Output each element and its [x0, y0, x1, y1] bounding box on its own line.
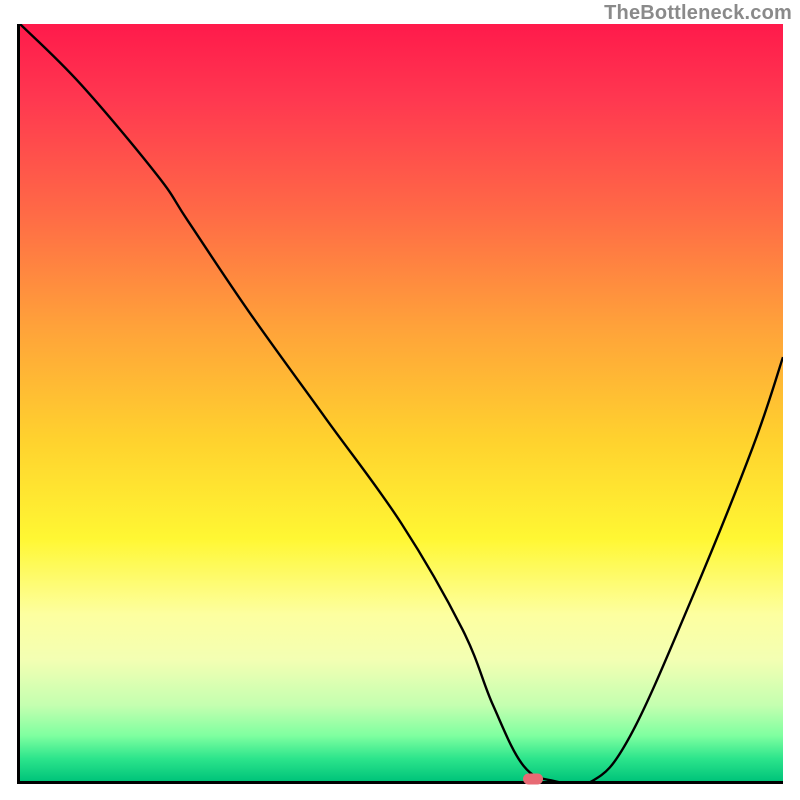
optimal-point-marker [523, 774, 543, 785]
bottleneck-curve [20, 24, 783, 781]
plot-area [17, 24, 783, 784]
chart-frame: TheBottleneck.com [0, 0, 800, 800]
watermark-text: TheBottleneck.com [604, 2, 792, 25]
